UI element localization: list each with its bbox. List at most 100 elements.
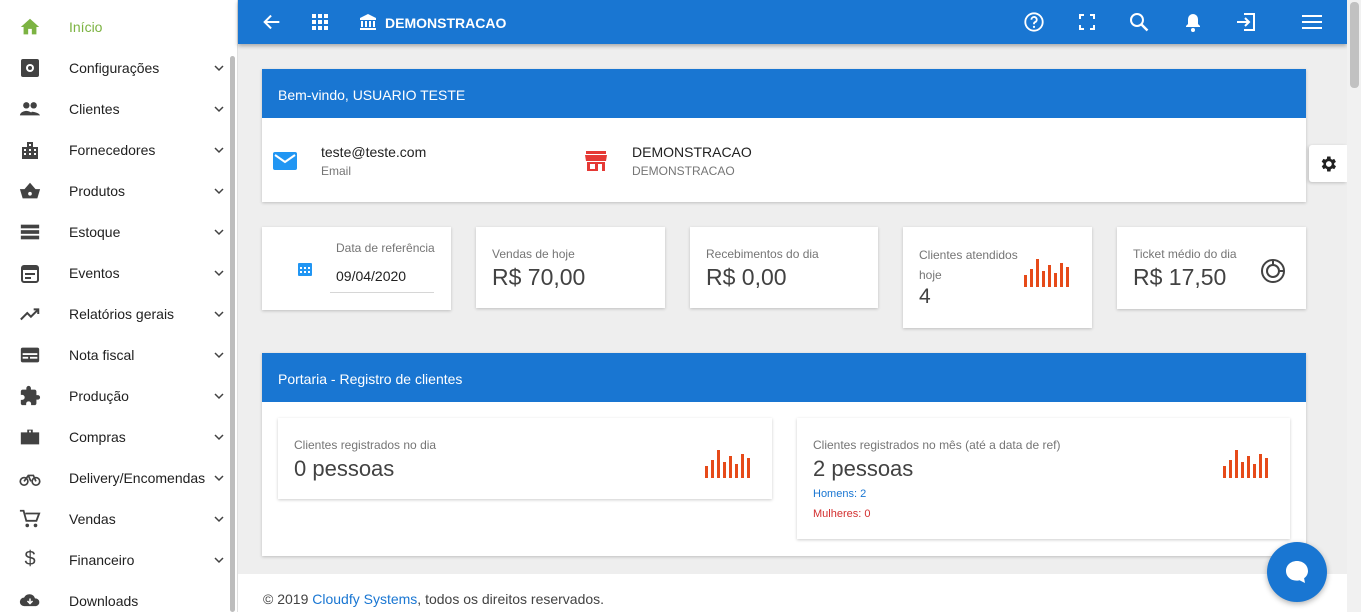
sidebar-item-label: Fornecedores xyxy=(69,141,156,158)
sidebar-item-estoque[interactable]: Estoque xyxy=(0,211,232,252)
sidebar-item-clientes[interactable]: Clientes xyxy=(0,88,232,129)
bar-chart-icon xyxy=(1223,450,1268,478)
email-label: Email xyxy=(321,164,352,178)
clients-value: 4 xyxy=(919,285,931,308)
chevron-down-icon xyxy=(214,474,224,481)
ticket-label: Ticket médio do dia xyxy=(1133,247,1237,261)
apps-grid-icon[interactable] xyxy=(309,11,331,33)
page-scrollbar-thumb[interactable] xyxy=(1350,2,1359,88)
sidebar-item-eventos[interactable]: Eventos xyxy=(0,252,232,293)
sidebar-item-label: Delivery/Encomendas xyxy=(69,469,206,486)
cloud-download-icon xyxy=(19,590,41,612)
page-scrollbar-track[interactable] xyxy=(1347,0,1361,612)
sidebar-item-label: Configurações xyxy=(69,59,160,76)
sidebar-scrollbar[interactable] xyxy=(230,56,235,612)
sidebar-item-label: Estoque xyxy=(69,223,121,240)
fullscreen-icon[interactable] xyxy=(1076,11,1098,33)
sidebar-item-downloads[interactable]: Downloads xyxy=(0,580,232,612)
ticket-card: Ticket médio do dia R$ 17,50 xyxy=(1117,227,1306,309)
sidebar-item-label: Início xyxy=(69,18,103,35)
sidebar-item-label: Downloads xyxy=(69,592,139,609)
welcome-card: Bem-vindo, USUARIO TESTE teste@teste.com… xyxy=(262,69,1306,202)
sidebar-item-compras[interactable]: Compras xyxy=(0,416,232,457)
sidebar-item-vendas[interactable]: Vendas xyxy=(0,498,232,539)
store-icon xyxy=(585,151,607,176)
sidebar-item-label: Relatórios gerais xyxy=(69,305,175,322)
help-icon[interactable] xyxy=(1023,11,1045,33)
dollar-icon: $ xyxy=(24,548,36,570)
sidebar-item-financeiro[interactable]: $ Financeiro xyxy=(0,539,232,580)
sidebar-item-label: Produção xyxy=(69,387,129,404)
building-icon xyxy=(19,139,41,161)
receipts-value: R$ 0,00 xyxy=(706,264,787,290)
daily-registrations-label: Clientes registrados no dia xyxy=(294,438,437,452)
receipts-label: Recebimentos do dia xyxy=(706,247,819,261)
store-value: DEMONSTRACAO xyxy=(632,144,752,160)
sidebar-item-delivery[interactable]: Delivery/Encomendas xyxy=(0,457,232,498)
list-icon xyxy=(19,221,41,243)
gear-icon xyxy=(1321,156,1336,171)
sidebar-item-label: Clientes xyxy=(69,100,120,117)
trending-icon xyxy=(19,303,41,325)
sidebar-item-inicio[interactable]: Início xyxy=(0,6,232,47)
sidebar-item-label: Produtos xyxy=(69,182,126,199)
bar-chart-icon xyxy=(705,450,750,478)
clients-card: Clientes atendidos hoje 4 xyxy=(903,227,1092,328)
sidebar-item-configuracoes[interactable]: Configurações xyxy=(0,47,232,88)
date-label: Data de referência xyxy=(336,241,435,255)
bell-icon[interactable] xyxy=(1182,11,1204,33)
sidebar-item-producao[interactable]: Produção xyxy=(0,375,232,416)
logout-icon[interactable] xyxy=(1235,11,1257,33)
card-icon xyxy=(19,344,41,366)
bike-icon xyxy=(19,467,41,489)
sales-value: R$ 70,00 xyxy=(492,264,586,290)
chevron-down-icon xyxy=(214,515,224,522)
back-arrow-icon[interactable] xyxy=(261,11,283,33)
chevron-down-icon xyxy=(214,64,224,71)
daily-registrations-card: Clientes registrados no dia 0 pessoas xyxy=(278,418,772,499)
chat-button[interactable] xyxy=(1267,542,1327,602)
sidebar-item-label: Compras xyxy=(69,428,126,445)
reference-date-input[interactable] xyxy=(330,259,434,293)
sidebar-item-label: Eventos xyxy=(69,264,120,281)
sidebar-item-relatorios[interactable]: Relatórios gerais xyxy=(0,293,232,334)
sidebar-item-fornecedores[interactable]: Fornecedores xyxy=(0,129,232,170)
home-icon xyxy=(19,16,41,38)
footer-text: © 2019 Cloudfy Systems, todos os direito… xyxy=(263,591,604,607)
ticket-value: R$ 17,50 xyxy=(1133,264,1227,290)
monthly-registrations-value: 2 pessoas xyxy=(813,456,914,481)
menu-icon[interactable] xyxy=(1301,11,1323,33)
puzzle-icon xyxy=(19,385,41,407)
portaria-header: Portaria - Registro de clientes xyxy=(262,353,1306,402)
email-icon xyxy=(273,152,297,175)
top-bar: DEMONSTRACAO xyxy=(238,0,1347,44)
briefcase-icon xyxy=(19,426,41,448)
receipts-card: Recebimentos do dia R$ 0,00 xyxy=(690,227,878,308)
sidebar-item-nota-fiscal[interactable]: Nota fiscal xyxy=(0,334,232,375)
chevron-down-icon xyxy=(214,146,224,153)
chevron-down-icon xyxy=(214,187,224,194)
daily-registrations-value: 0 pessoas xyxy=(294,456,395,481)
chat-bubble-icon xyxy=(1286,561,1308,583)
footer: © 2019 Cloudfy Systems, todos os direito… xyxy=(238,574,1347,612)
welcome-header: Bem-vindo, USUARIO TESTE xyxy=(262,69,1306,118)
chevron-down-icon xyxy=(214,556,224,563)
chevron-down-icon xyxy=(214,351,224,358)
settings-panel-toggle[interactable] xyxy=(1309,145,1347,182)
search-icon[interactable] xyxy=(1128,11,1150,33)
footer-prefix: © 2019 xyxy=(263,591,313,607)
portaria-card: Portaria - Registro de clientes Clientes… xyxy=(262,353,1306,556)
chevron-down-icon xyxy=(214,433,224,440)
company-title: DEMONSTRACAO xyxy=(385,15,507,31)
calendar-icon xyxy=(297,261,313,282)
bank-icon xyxy=(357,11,379,33)
sidebar-item-produtos[interactable]: Produtos xyxy=(0,170,232,211)
cloudfy-link[interactable]: Cloudfy Systems xyxy=(312,591,417,607)
bar-chart-icon xyxy=(1024,259,1069,287)
date-card: Data de referência xyxy=(262,227,451,310)
sidebar: Início Configurações Clientes Fornecedor… xyxy=(0,0,238,612)
sidebar-item-label: Nota fiscal xyxy=(69,346,135,363)
monthly-registrations-label: Clientes registrados no mês (até a data … xyxy=(813,438,1061,452)
clients-label: Clientes atendidos hoje xyxy=(919,248,1018,282)
sales-card: Vendas de hoje R$ 70,00 xyxy=(476,227,665,308)
